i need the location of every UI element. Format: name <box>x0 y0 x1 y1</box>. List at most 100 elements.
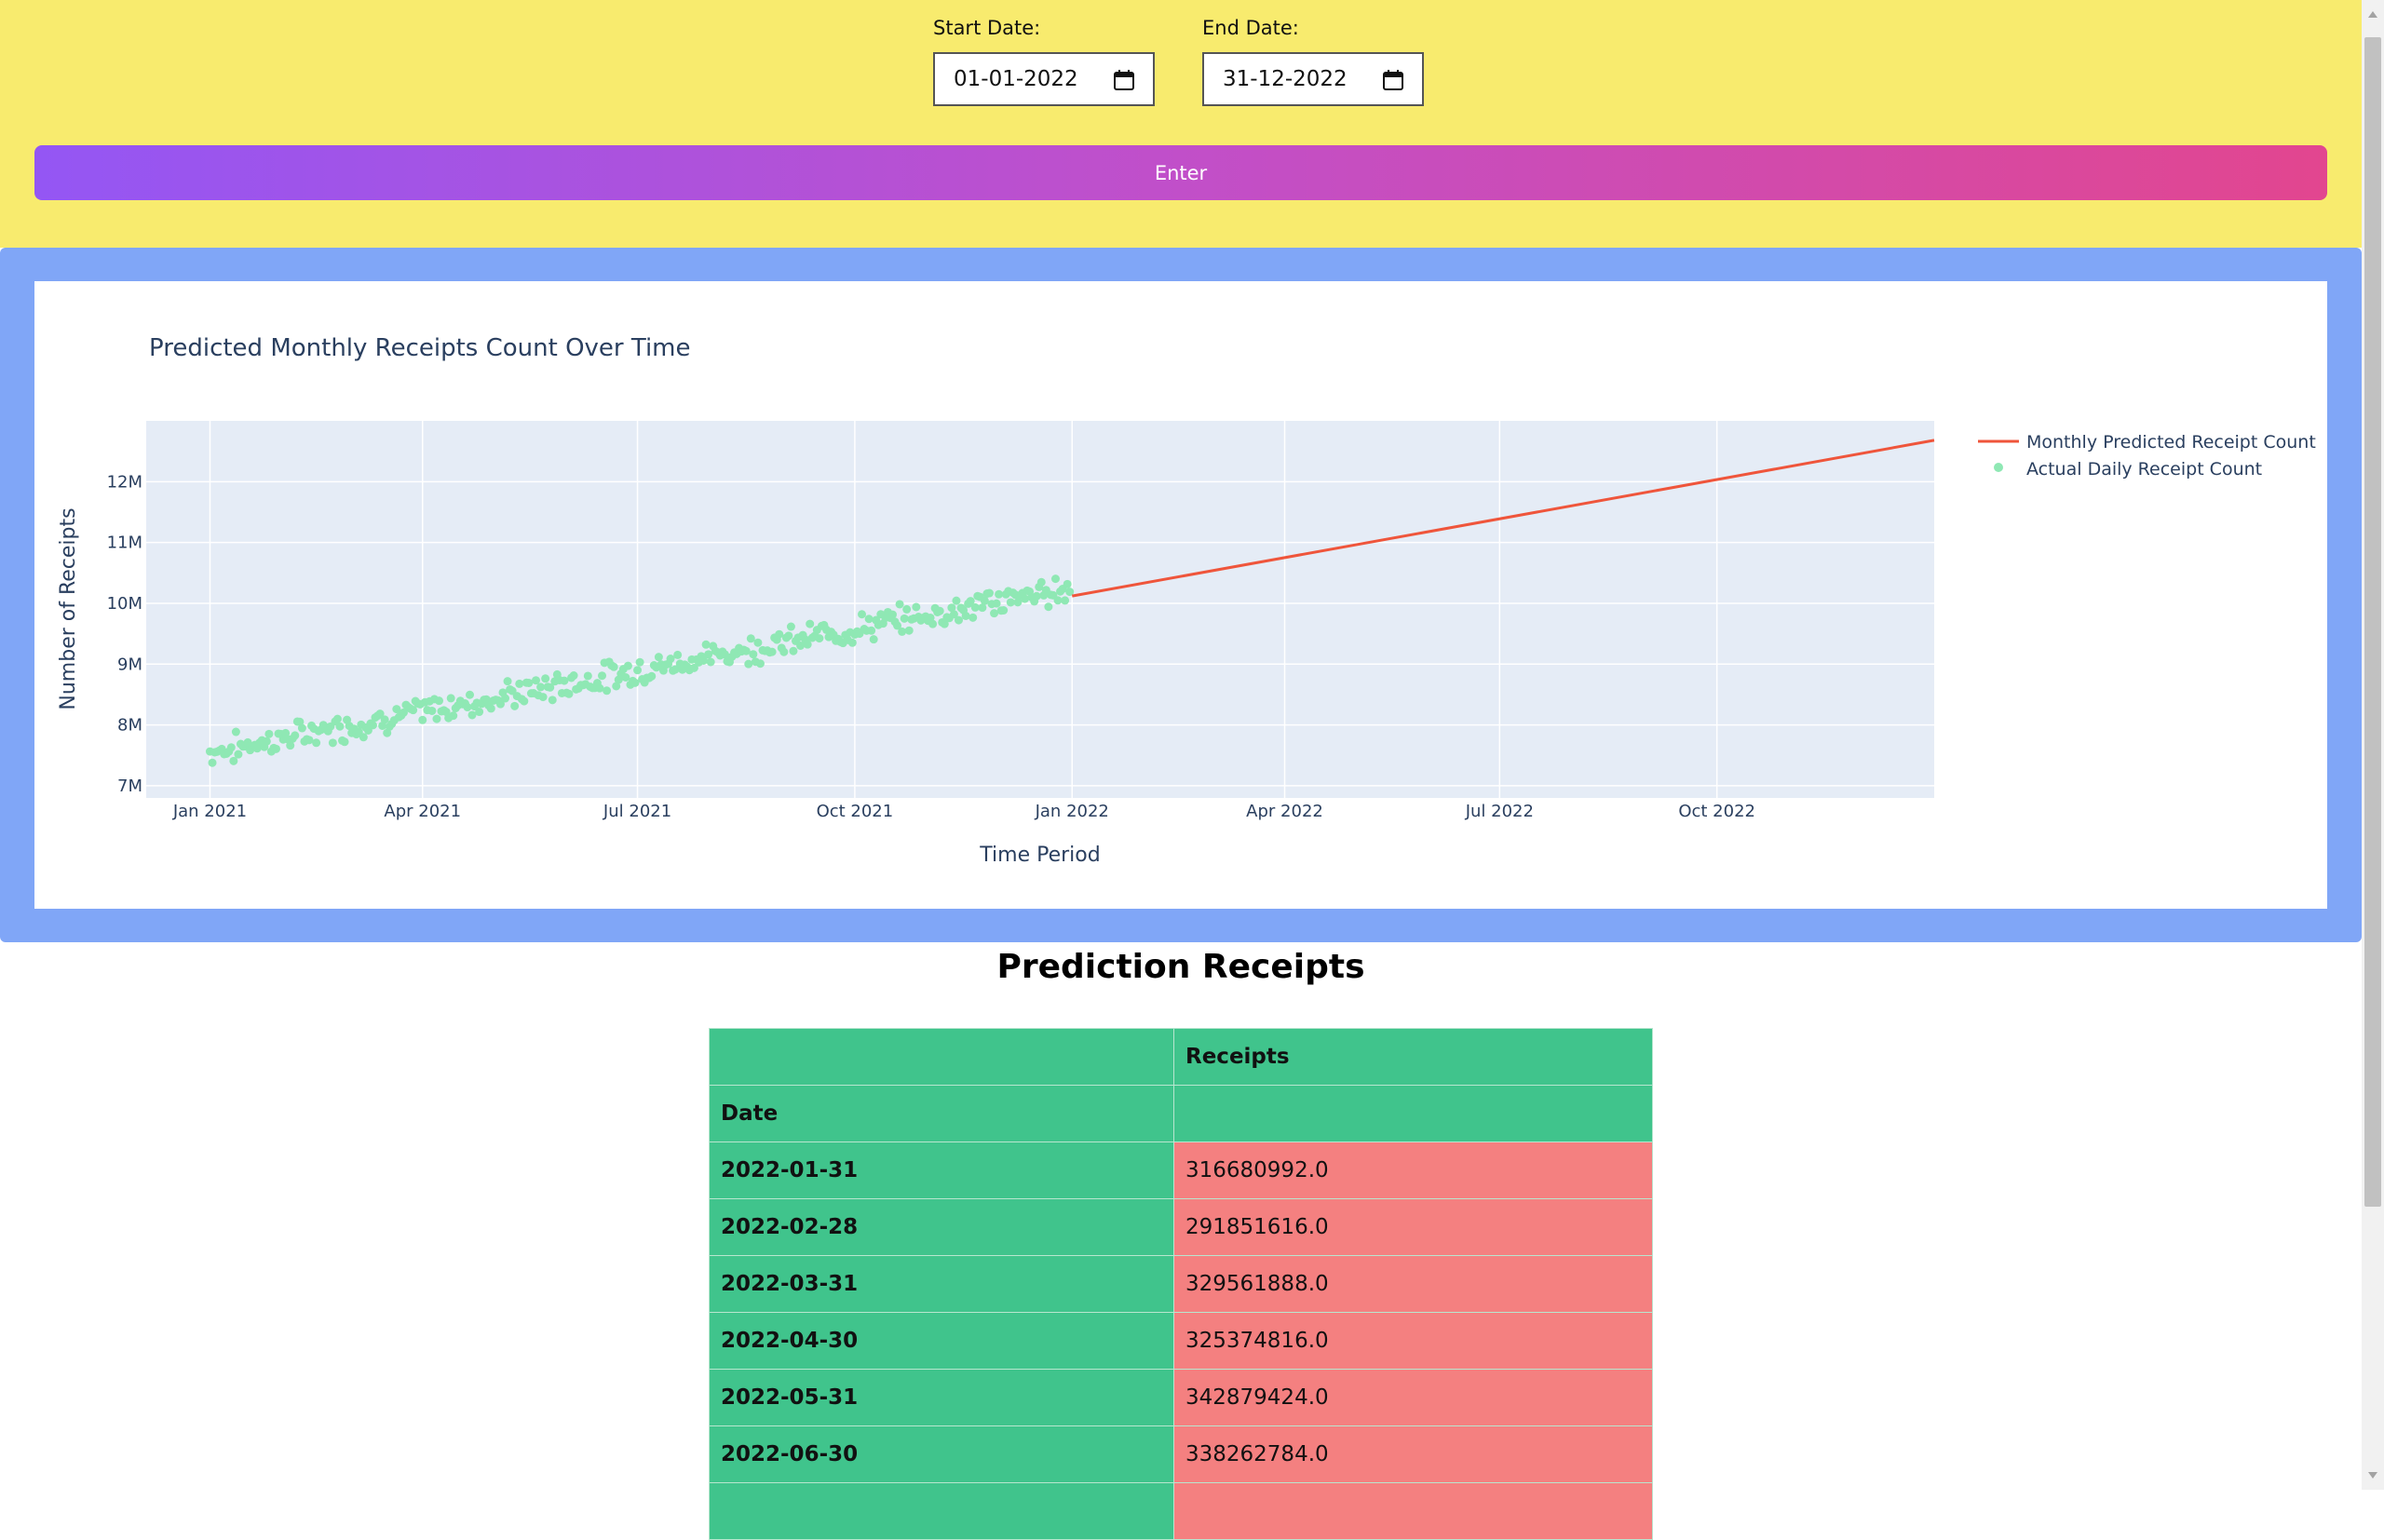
actual-data-point <box>869 635 878 644</box>
actual-data-point <box>654 653 663 662</box>
actual-data-point <box>475 708 484 717</box>
actual-data-point <box>1050 574 1060 584</box>
x-tick-label: Jan 2022 <box>1035 802 1109 821</box>
receipts-column-header: Receipts <box>1173 1028 1653 1086</box>
y-tick-label: 8M <box>117 716 142 736</box>
end-date-input[interactable]: 31-12-2022 <box>1202 52 1424 106</box>
y-axis-ticks: 7M 8M 9M 10M 11M 12M <box>107 472 142 796</box>
date-cell: 2022-06-30 <box>709 1425 1174 1483</box>
table-title: Prediction Receipts <box>996 948 1365 986</box>
x-tick-label: Oct 2022 <box>1678 802 1755 821</box>
actual-data-point <box>647 671 657 681</box>
actual-data-point <box>746 634 755 643</box>
receipts-cell: 325374816.0 <box>1173 1312 1653 1370</box>
actual-data-point <box>744 659 753 669</box>
actual-data-point <box>1061 596 1070 605</box>
x-tick-label: Jul 2021 <box>603 802 671 821</box>
receipts-cell: 291851616.0 <box>1173 1198 1653 1256</box>
receipts-cell: 329561888.0 <box>1173 1255 1653 1313</box>
calendar-icon[interactable] <box>1383 70 1403 90</box>
y-tick-label: 12M <box>107 472 142 492</box>
end-date-label: End Date: <box>1202 17 1299 39</box>
actual-data-point <box>208 758 217 767</box>
calendar-icon[interactable] <box>1114 70 1134 90</box>
start-date-input[interactable]: 01-01-2022 <box>933 52 1155 106</box>
plot-area[interactable] <box>146 421 1934 798</box>
actual-data-point <box>1032 591 1041 601</box>
actual-data-point <box>635 657 644 667</box>
y-tick-label: 10M <box>107 594 142 614</box>
scrollbar-thumb[interactable] <box>2364 37 2381 1207</box>
receipts-cell: 338262784.0 <box>1173 1425 1653 1483</box>
actual-data-point <box>633 666 643 675</box>
actual-data-point <box>749 650 758 659</box>
date-cell: 2022-04-30 <box>709 1312 1174 1370</box>
actual-data-point <box>623 661 632 670</box>
actual-data-point <box>753 638 763 647</box>
x-axis-label: Time Period <box>979 844 1100 867</box>
actual-data-point <box>895 600 904 609</box>
actual-data-point <box>706 657 715 667</box>
actual-data-point <box>999 605 1009 615</box>
actual-data-point <box>789 646 798 655</box>
x-tick-label: Jul 2022 <box>1465 802 1534 821</box>
actual-data-point <box>234 750 243 759</box>
vertical-scrollbar[interactable] <box>2362 0 2384 1490</box>
actual-data-point <box>564 689 574 698</box>
actual-data-point <box>538 693 548 702</box>
actual-data-point <box>598 671 607 681</box>
table-row: 2022-04-30 325374816.0 <box>709 1312 1653 1370</box>
actual-data-point <box>867 626 876 635</box>
actual-data-point <box>621 673 630 682</box>
actual-data-point <box>486 704 495 713</box>
actual-data-point <box>701 640 711 649</box>
actual-data-point <box>902 604 912 614</box>
actual-data-point <box>858 610 867 619</box>
actual-data-point <box>968 613 978 622</box>
actual-data-point <box>755 659 765 669</box>
actual-data-point <box>666 655 675 664</box>
chart-title: Predicted Monthly Receipts Count Over Ti… <box>149 334 691 362</box>
date-cell <box>709 1482 1174 1540</box>
actual-data-point <box>864 615 874 624</box>
actual-data-point <box>332 714 342 723</box>
header-row: Receipts <box>709 1028 1653 1086</box>
legend[interactable]: Monthly Predicted Receipt Count Actual D… <box>1978 432 2316 480</box>
actual-data-point <box>515 679 524 688</box>
actual-data-point <box>291 731 300 740</box>
actual-data-point <box>1063 579 1072 588</box>
receipts-chart: Predicted Monthly Receipts Count Over Ti… <box>57 334 2316 867</box>
prediction-table: Receipts Date 2022-01-31 316680992.0 202… <box>709 1028 1653 1540</box>
actual-data-point <box>520 696 529 706</box>
date-index-header: Date <box>709 1085 1174 1142</box>
actual-data-point <box>501 694 510 703</box>
actual-data-point <box>630 678 640 687</box>
end-date-value: 31-12-2022 <box>1223 67 1348 91</box>
actual-data-point <box>784 631 793 641</box>
actual-data-point <box>264 729 274 738</box>
actual-data-point <box>900 614 909 623</box>
y-tick-label: 7M <box>117 777 142 796</box>
actual-data-point <box>954 615 963 625</box>
actual-data-point <box>449 711 458 721</box>
legend-label-actual[interactable]: Actual Daily Receipt Count <box>2026 459 2262 480</box>
actual-data-point <box>779 647 789 656</box>
scroll-down-arrow-icon[interactable] <box>2367 1469 2378 1480</box>
x-axis-ticks: Jan 2021 Apr 2021 Jul 2021 Oct 2021 Jan 2022… <box>172 802 1755 821</box>
legend-dot-swatch <box>1994 463 2003 472</box>
enter-button[interactable]: Enter <box>34 145 2327 200</box>
start-date-group: Start Date: 01-01-2022 <box>933 17 1155 106</box>
actual-data-point <box>952 596 961 605</box>
actual-data-point <box>928 619 938 628</box>
legend-label-predicted[interactable]: Monthly Predicted Receipt Count <box>2026 432 2316 453</box>
actual-data-point <box>335 722 345 731</box>
actual-data-point <box>328 738 337 748</box>
actual-data-point <box>935 606 944 615</box>
actual-data-point <box>312 738 321 748</box>
actual-data-point <box>609 662 618 671</box>
actual-data-point <box>786 622 795 631</box>
index-corner-cell <box>709 1028 1174 1086</box>
table-row <box>709 1482 1653 1540</box>
scroll-up-arrow-icon[interactable] <box>2367 9 2378 20</box>
table-row: 2022-01-31 316680992.0 <box>709 1141 1653 1199</box>
